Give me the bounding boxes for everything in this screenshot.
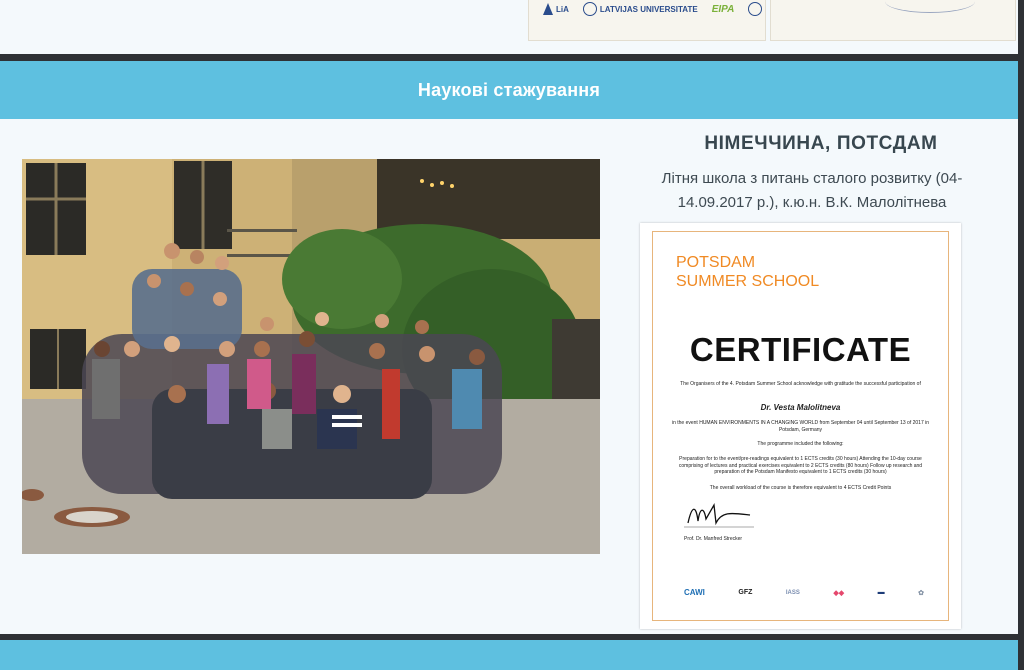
certificate-programme: Preparation for to the event/pre-reading… [678,456,923,476]
certificate-school-name: POTSDAM SUMMER SCHOOL [676,253,819,291]
location-title: НІМЕЧЧИНА, ПОТСДАМ [704,133,938,154]
partner-logos: LiA LATVIJAS UNIVERSITATE EIPA [543,2,763,16]
group-photo-illustration [22,159,600,554]
internship-caption: Літня школа з питань сталого розвитку (0… [661,170,963,211]
group-photo[interactable] [22,159,600,554]
previous-section-tail: LiA LATVIJAS UNIVERSITATE EIPA [0,0,1018,54]
eipa-logo: EIPA [711,3,735,15]
partner-logo-grey: ✿ [918,589,924,597]
partner-logo-pink: ◆◆ [833,589,845,597]
iass-logo: IASS [785,589,800,596]
signature-flourish [885,0,975,13]
certificate-thumbnail-2[interactable] [770,0,1016,41]
certificate-recipient: Dr. Vesta Malolitneva [760,403,841,412]
cawi-logo: CAWI [684,588,705,597]
certificate-thumbnail[interactable]: LiA LATVIJAS UNIVERSITATE EIPA [528,0,766,41]
research-internships-section: Наукові стажування НІМЕЧЧИНА, ПОТСДАМ Лі… [0,61,1018,634]
latvijas-universitate-logo: LATVIJAS UNIVERSITATE [582,2,698,16]
partner-logo-navy: ▬ [877,589,885,596]
certificate-intro: The Organisers of the 4. Potsdam Summer … [680,381,921,387]
lia-logo: LiA [543,3,569,15]
next-section-header [0,640,1018,670]
certificate-title: CERTIFICATE [689,331,912,368]
certificate-event: in the event HUMAN ENVIRONMENTS IN A CHA… [671,420,930,433]
gfz-logo: GFZ [738,589,753,596]
seal-logo [748,2,763,16]
certificate-programme-intro: The programme included the following: [757,441,844,447]
certificate-signer: Prof. Dr. Manfred Strecker [684,536,743,542]
certificate-workload: The overall workload of the course is th… [709,485,892,491]
certificate-school-line1: POTSDAM [676,254,756,271]
signature-icon [684,502,754,528]
certificate-image[interactable]: POTSDAM SUMMER SCHOOL CERTIFICATE The Or… [640,223,961,629]
certificate-logos: CAWI GFZ IASS ◆◆ ▬ ✿ [684,588,924,597]
section-heading: Наукові стажування [0,61,1018,119]
certificate-school-line2: SUMMER SCHOOL [676,273,820,290]
